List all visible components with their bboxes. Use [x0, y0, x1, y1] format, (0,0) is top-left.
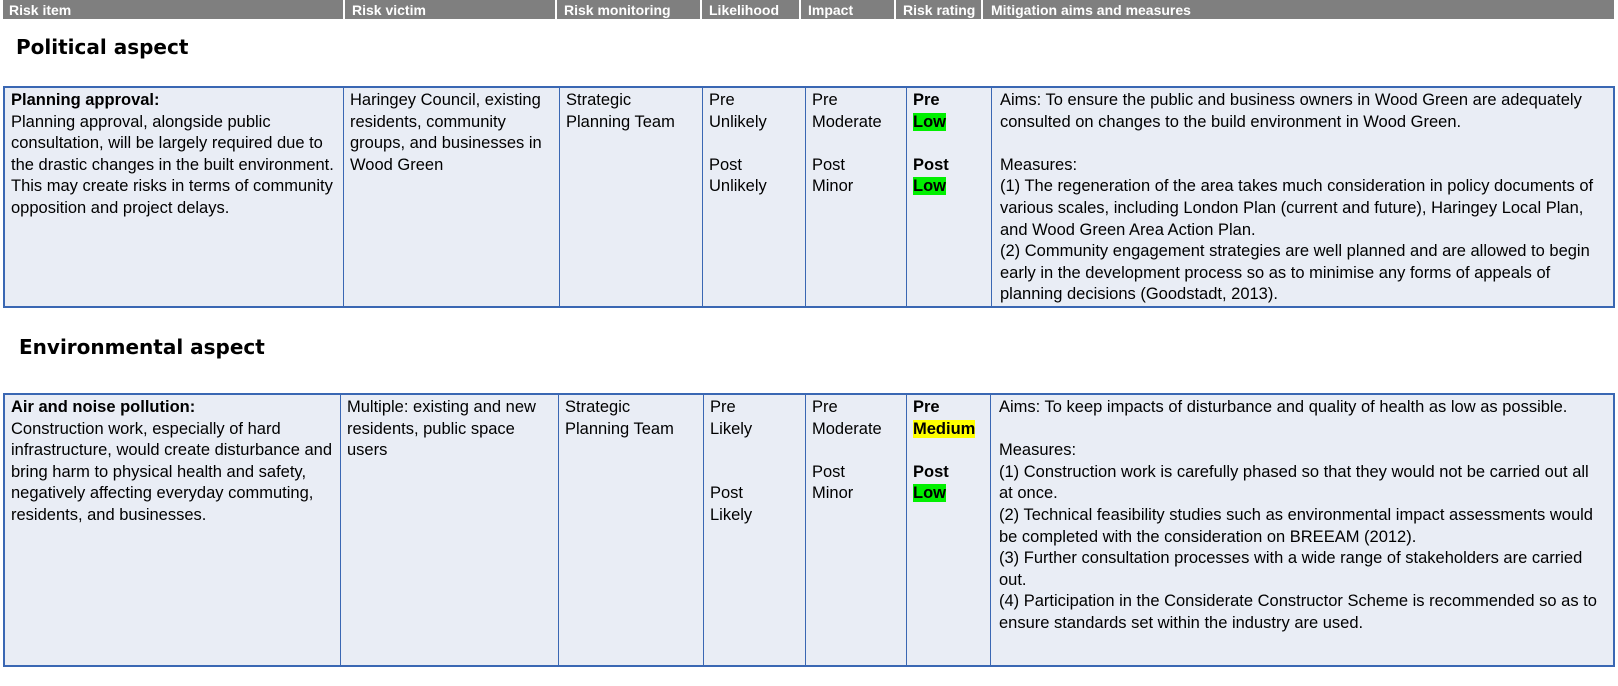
- header-risk-victim: Risk victim: [352, 2, 426, 18]
- impact-post-value: Minor: [812, 484, 854, 503]
- likelihood-cell: Pre Unlikely Post Unlikely: [703, 88, 806, 306]
- header-divider: [555, 0, 557, 19]
- impact-post-value: Minor: [812, 177, 854, 196]
- likelihood-post-label: Post: [710, 484, 744, 503]
- measure-item: (2) Community engagement strategies are …: [1000, 242, 1590, 304]
- mitigation-cell: Aims: To keep impacts of disturbance and…: [991, 395, 1613, 665]
- impact-cell: Pre Moderate Post Minor: [806, 395, 907, 665]
- risk-item-title: Planning approval:: [11, 91, 160, 109]
- measure-item: (1) Construction work is carefully phase…: [999, 462, 1589, 503]
- header-divider: [700, 0, 702, 19]
- likelihood-post-label: Post: [709, 155, 743, 174]
- risk-rating-cell: Pre Medium Post Low: [907, 395, 991, 665]
- header-impact: Impact: [808, 2, 854, 18]
- risk-item-text: Planning approval, alongside public cons…: [11, 112, 334, 217]
- risk-victim-cell: Multiple: existing and new residents, pu…: [341, 395, 559, 665]
- measures-label: Measures:: [999, 441, 1077, 460]
- table-row: Planning approval: Planning approval, al…: [3, 86, 1615, 308]
- section-title-political: Political aspect: [16, 35, 189, 59]
- risk-victim-text: Haringey Council, existing residents, co…: [350, 91, 542, 174]
- header-risk-monitoring: Risk monitoring: [564, 2, 671, 18]
- measure-item: (4) Participation in the Considerate Con…: [999, 592, 1597, 632]
- measure-item: (3) Further consultation processes with …: [999, 549, 1583, 589]
- rating-post-label: Post: [913, 155, 949, 174]
- rating-pre-badge: Medium: [913, 419, 976, 438]
- risk-victim-text: Multiple: existing and new residents, pu…: [347, 398, 536, 460]
- impact-cell: Pre Moderate Post Minor: [806, 88, 907, 306]
- table-header: Risk item Risk victim Risk monitoring Li…: [3, 0, 1614, 19]
- impact-pre-label: Pre: [812, 91, 838, 109]
- rating-post-label: Post: [913, 462, 949, 481]
- header-risk-item: Risk item: [9, 2, 72, 18]
- measure-item: (2) Technical feasibility studies such a…: [999, 505, 1593, 546]
- header-mitigation: Mitigation aims and measures: [991, 2, 1191, 18]
- risk-monitoring-text: Strategic Planning Team: [566, 91, 675, 131]
- risk-victim-cell: Haringey Council, existing residents, co…: [344, 88, 560, 306]
- mitigation-aims: Aims: To keep impacts of disturbance and…: [999, 398, 1568, 416]
- rating-pre-label: Pre: [913, 91, 940, 109]
- likelihood-post-value: Unlikely: [709, 177, 767, 196]
- section-title-environmental: Environmental aspect: [19, 335, 265, 359]
- likelihood-cell: Pre Likely Post Likely: [704, 395, 806, 665]
- impact-post-label: Post: [812, 155, 846, 174]
- risk-monitoring-cell: Strategic Planning Team: [559, 395, 704, 665]
- likelihood-pre-label: Pre: [709, 91, 735, 109]
- header-likelihood: Likelihood: [709, 2, 779, 18]
- header-divider: [343, 0, 345, 19]
- risk-item-cell: Planning approval: Planning approval, al…: [5, 88, 344, 306]
- risk-item-title: Air and noise pollution:: [11, 398, 196, 416]
- mitigation-aims: Aims: To ensure the public and business …: [1000, 91, 1582, 131]
- impact-post-label: Post: [812, 462, 846, 481]
- measures-label: Measures:: [1000, 155, 1078, 174]
- header-risk-rating: Risk rating: [903, 2, 976, 18]
- rating-pre-badge: Low: [913, 112, 946, 131]
- rating-post-badge: Low: [913, 484, 946, 503]
- impact-pre-value: Moderate: [812, 419, 882, 438]
- likelihood-pre-label: Pre: [710, 398, 736, 416]
- risk-monitoring-cell: Strategic Planning Team: [560, 88, 703, 306]
- risk-item-cell: Air and noise pollution: Construction wo…: [5, 395, 341, 665]
- header-divider: [981, 0, 983, 19]
- likelihood-pre-value: Likely: [710, 419, 753, 438]
- rating-post-badge: Low: [913, 177, 946, 196]
- header-divider: [799, 0, 801, 19]
- risk-monitoring-text: Strategic Planning Team: [565, 398, 674, 438]
- risk-item-text: Construction work, especially of hard in…: [11, 419, 333, 524]
- likelihood-post-value: Likely: [710, 505, 753, 524]
- header-divider: [894, 0, 896, 19]
- rating-pre-label: Pre: [913, 398, 940, 416]
- measure-item: (1) The regeneration of the area takes m…: [1000, 177, 1594, 239]
- impact-pre-label: Pre: [812, 398, 838, 416]
- likelihood-pre-value: Unlikely: [709, 112, 767, 131]
- impact-pre-value: Moderate: [812, 112, 882, 131]
- mitigation-cell: Aims: To ensure the public and business …: [992, 88, 1613, 306]
- table-row: Air and noise pollution: Construction wo…: [3, 393, 1615, 667]
- risk-rating-cell: Pre Low Post Low: [907, 88, 992, 306]
